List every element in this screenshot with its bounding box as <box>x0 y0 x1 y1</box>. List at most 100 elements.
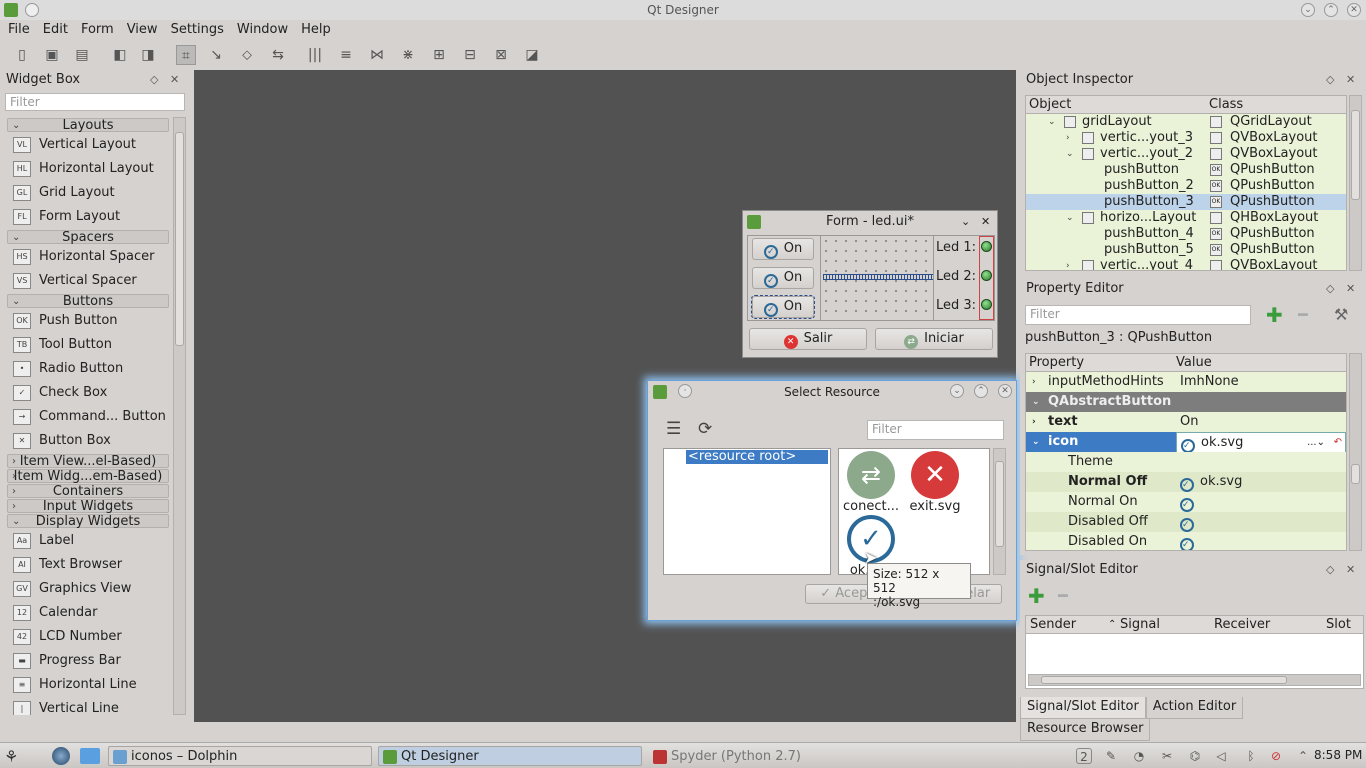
form-window[interactable]: Form - led.ui* ⌄ ✕ ✓ On ✓ On ✓ On Led 1: Le… <box>742 210 998 358</box>
connections-table[interactable]: Sender Signal Receiver Slot ⌃ <box>1025 615 1364 689</box>
widget-item-tool-button[interactable]: TB Tool Button <box>7 333 169 357</box>
layout-grid-icon[interactable]: ⊞ <box>429 45 449 65</box>
property-value[interactable]: ✓ <box>1176 532 1346 550</box>
adjust-size-icon[interactable]: ◪ <box>522 45 542 65</box>
property-value[interactable]: ✓ ok.svg <box>1176 472 1346 492</box>
widget-item-horizontal-layout[interactable]: HL Horizontal Layout <box>7 157 169 181</box>
property-value[interactable]: ✓ ok.svg ...⌄ ↶ <box>1176 432 1346 454</box>
property-value[interactable]: ImhNone <box>1176 372 1346 392</box>
tab-resource-browser[interactable]: Resource Browser <box>1020 719 1151 741</box>
widget-item-vertical-spacer[interactable]: VS Vertical Spacer <box>7 269 169 293</box>
property-value[interactable]: ✓ <box>1176 452 1346 472</box>
iniciar-button[interactable]: ⇄ Iniciar <box>875 328 993 350</box>
edit-taborder-icon[interactable]: ⇆ <box>268 45 288 65</box>
property-row[interactable]: Normal On ✓ <box>1026 492 1346 512</box>
property-scrollbar[interactable] <box>1349 353 1362 551</box>
property-value[interactable]: ✓ <box>1176 492 1346 512</box>
tab-action-editor[interactable]: Action Editor <box>1145 697 1244 719</box>
scroll-thumb[interactable] <box>995 461 1004 547</box>
property-filter-input[interactable]: Filter <box>1025 305 1251 325</box>
edit-signals-icon[interactable]: ↘ <box>206 45 226 65</box>
widget-item-horizontal-spacer[interactable]: HS Horizontal Spacer <box>7 245 169 269</box>
layout-horizontal-icon[interactable]: ||| <box>305 45 325 65</box>
widget-item-vertical-layout[interactable]: VL Vertical Layout <box>7 133 169 157</box>
dialog-menu-button[interactable]: · <box>678 384 692 398</box>
widget-item-calendar[interactable]: 12 Calendar <box>7 601 169 625</box>
col-signal[interactable]: Signal <box>1120 616 1160 634</box>
float-icon[interactable]: ◇ <box>1326 279 1334 299</box>
expand-arrow-icon[interactable]: › <box>1032 372 1036 392</box>
new-form-icon[interactable]: ▯ <box>12 45 32 65</box>
dialog-close-icon[interactable]: ✕ <box>998 384 1012 398</box>
remove-connection-icon[interactable]: ━ <box>1058 586 1068 606</box>
property-value[interactable]: On <box>1176 412 1346 432</box>
expand-arrow-icon[interactable]: › <box>1066 258 1070 270</box>
widget-item-text-browser[interactable]: AI Text Browser <box>7 553 169 577</box>
dialog-maximize-icon[interactable]: ⌃ <box>974 384 988 398</box>
open-form-icon[interactable]: ▣ <box>42 45 62 65</box>
network-icon[interactable]: ⌬ <box>1187 748 1203 764</box>
widget-item-command-button[interactable]: → Command... Button <box>7 405 169 429</box>
property-row[interactable]: › inputMethodHints ImhNone <box>1026 372 1346 392</box>
dock-close-icon[interactable]: ✕ <box>170 70 179 90</box>
resource-filter-input[interactable]: Filter <box>867 420 1004 440</box>
widget-item-graphics-view[interactable]: GV Graphics View <box>7 577 169 601</box>
remove-property-icon[interactable]: ━ <box>1298 305 1308 325</box>
resource-tree[interactable]: <resource root> <box>663 448 831 575</box>
menu-form[interactable]: Form <box>76 20 119 40</box>
notes-icon[interactable]: ✎ <box>1103 748 1119 764</box>
dock-close-icon[interactable]: ✕ <box>1346 279 1355 299</box>
category-spacers[interactable]: ⌄ Spacers <box>7 230 169 244</box>
qt-app-icon[interactable] <box>4 3 18 17</box>
desktop-badge[interactable]: 2 <box>1076 748 1092 764</box>
form-close-icon[interactable]: ✕ <box>981 211 990 233</box>
object-row[interactable]: ⌄ horizo...Layout QHBoxLayout <box>1026 210 1346 226</box>
minimize-icon[interactable]: ⌄ <box>1301 3 1315 17</box>
kde-menu-icon[interactable]: ⚘ <box>4 747 18 766</box>
property-row[interactable]: ⌄ icon ✓ ok.svg ...⌄ ↶ <box>1026 432 1346 454</box>
property-row[interactable]: Disabled On ✓ <box>1026 532 1346 550</box>
close-icon[interactable]: ✕ <box>1347 3 1361 17</box>
object-row[interactable]: ⌄ vertic...yout_2 QVBoxLayout <box>1026 146 1346 162</box>
menu-window[interactable]: Window <box>232 20 293 40</box>
category-input-widgets[interactable]: › Input Widgets <box>7 499 169 513</box>
salir-button[interactable]: ✕ Salir <box>749 328 867 350</box>
browser-icon[interactable] <box>52 747 70 765</box>
scissors-icon[interactable]: ✂ <box>1159 748 1175 764</box>
menu-help[interactable]: Help <box>296 20 336 40</box>
object-row[interactable]: pushButton_4 OK QPushButton <box>1026 226 1346 242</box>
dialog-minimize-icon[interactable]: ⌄ <box>950 384 964 398</box>
expand-arrow-icon[interactable]: ⌄ <box>1032 432 1040 452</box>
layout-vertical-icon[interactable]: ≡ <box>336 45 356 65</box>
object-row[interactable]: pushButton_2 OK QPushButton <box>1026 178 1346 194</box>
scroll-thumb[interactable] <box>175 132 184 346</box>
object-row[interactable]: › vertic...yout_4 QVBoxLayout <box>1026 258 1346 270</box>
add-connection-icon[interactable]: ✚ <box>1028 586 1045 606</box>
no-update-icon[interactable]: ⊘ <box>1268 748 1284 764</box>
category-display-widgets[interactable]: ⌄ Display Widgets <box>7 514 169 528</box>
send-back-icon[interactable]: ◧ <box>110 45 130 65</box>
widget-item-horizontal-line[interactable]: ≡ Horizontal Line <box>7 673 169 697</box>
object-row[interactable]: › vertic...yout_3 QVBoxLayout <box>1026 130 1346 146</box>
list-view-icon[interactable]: ☰ <box>666 419 681 439</box>
menu-file[interactable]: File <box>3 20 35 40</box>
task-spyder[interactable]: Spyder (Python 2.7) <box>648 746 912 766</box>
maximize-icon[interactable]: ⌃ <box>1324 3 1338 17</box>
category-containers[interactable]: › Containers <box>7 484 169 498</box>
property-row[interactable]: ⌄ QAbstractButton <box>1026 392 1346 412</box>
widget-list-scrollbar[interactable] <box>173 117 186 715</box>
widget-item-button-box[interactable]: ✕ Button Box <box>7 429 169 453</box>
property-row[interactable]: Disabled Off ✓ <box>1026 512 1346 532</box>
category-buttons[interactable]: ⌄ Buttons <box>7 294 169 308</box>
category-item-widg-em-based-[interactable]: › Item Widg...em-Based) <box>7 469 169 483</box>
object-row[interactable]: pushButton_5 OK QPushButton <box>1026 242 1346 258</box>
on-button-2[interactable]: ✓ On <box>752 267 814 289</box>
expand-arrow-icon[interactable]: ⌄ <box>1048 114 1056 130</box>
edit-widgets-icon[interactable]: ⌗ <box>176 45 196 65</box>
menu-edit[interactable]: Edit <box>38 20 73 40</box>
property-value[interactable]: ✓ <box>1176 512 1346 532</box>
property-row[interactable]: Theme ✓ <box>1026 452 1346 472</box>
folder-icon[interactable] <box>80 748 100 764</box>
category-item-view-el-based-[interactable]: › Item View...el-Based) <box>7 454 169 468</box>
widget-item-radio-button[interactable]: • Radio Button <box>7 357 169 381</box>
